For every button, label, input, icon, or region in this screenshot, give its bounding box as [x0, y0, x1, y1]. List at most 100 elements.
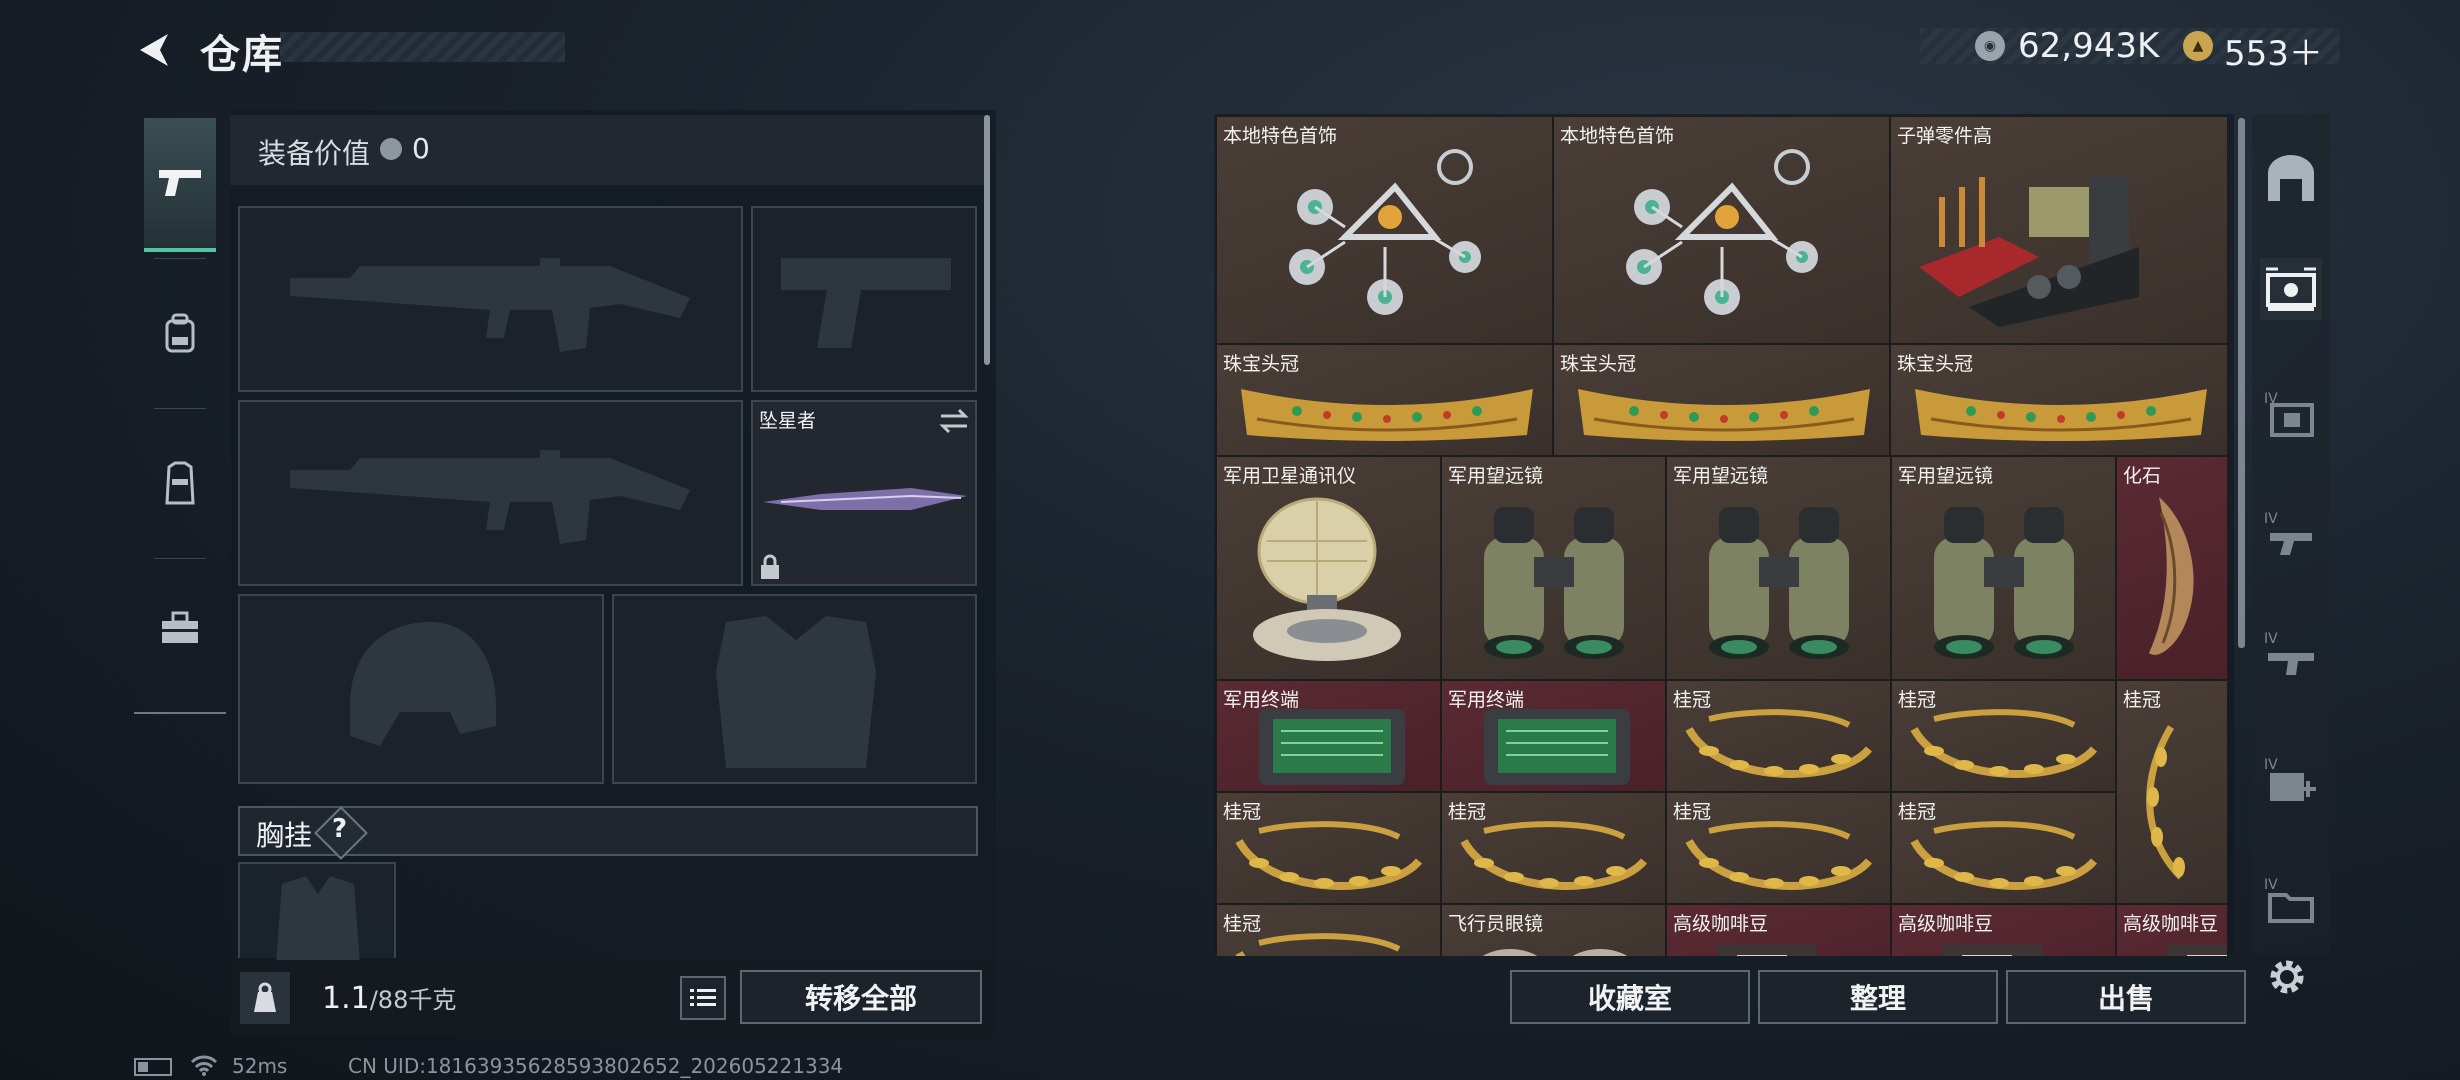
storage-item-name: 军用望远镜: [1448, 465, 1544, 487]
storage-item-name: 军用望远镜: [1673, 465, 1769, 487]
storage-item-name: 本地特色首饰: [1560, 125, 1675, 147]
storage-item-name: 高级咖啡豆: [2123, 913, 2219, 935]
storage-item[interactable]: 本地特色首饰: [1216, 116, 1553, 344]
tiara-icon: [1241, 389, 1533, 441]
gold-amount[interactable]: 553＋: [2224, 26, 2323, 75]
storage-item[interactable]: 桂冠: [1441, 792, 1666, 904]
svg-text:IV: IV: [2264, 511, 2278, 527]
storage-item-name: 高级咖啡豆: [1898, 913, 1994, 935]
storage-item[interactable]: 高级咖啡豆: [1666, 904, 1891, 956]
title-decor: [280, 32, 565, 62]
loadout-scrollbar[interactable]: [984, 115, 990, 365]
storage-item[interactable]: 桂冠: [1891, 680, 2116, 792]
melee-slot[interactable]: 坠星者: [751, 400, 977, 586]
coffee-icon: [1717, 945, 1817, 956]
storage-item-name: 桂冠: [1898, 689, 1937, 711]
storage-item[interactable]: 军用终端: [1441, 680, 1666, 792]
back-button[interactable]: [132, 28, 176, 72]
storage-item-name: 桂冠: [1673, 801, 1712, 823]
pistol-icon: [159, 170, 201, 196]
storage-item[interactable]: 珠宝头冠: [1553, 344, 1890, 456]
storage-item[interactable]: 化石: [2116, 456, 2228, 680]
sidearm-slot[interactable]: [751, 206, 977, 392]
tiara-icon: [1915, 389, 2207, 441]
tab-storage-4[interactable]: IV: [2260, 504, 2322, 566]
terminal-icon: [1484, 709, 1630, 785]
storage-item[interactable]: 桂冠: [1891, 792, 2116, 904]
glasses-icon: [1482, 949, 1628, 956]
tab-backpack[interactable]: [144, 268, 216, 398]
helmet-silhouette-icon: [350, 622, 496, 746]
helmet-slot[interactable]: [238, 594, 604, 784]
dish-icon: [1253, 497, 1401, 661]
tab-storage-5[interactable]: IV: [2260, 624, 2322, 686]
storage-item[interactable]: 本地特色首饰: [1553, 116, 1890, 344]
storage-item[interactable]: 军用望远镜: [1666, 456, 1891, 680]
necklace-icon: [1289, 149, 1481, 315]
binoc-icon: [1484, 507, 1624, 659]
tab-storage-7[interactable]: IV: [2260, 870, 2322, 932]
secondary-weapon-slot[interactable]: [238, 400, 743, 586]
tab-storage-3[interactable]: IV: [2260, 384, 2322, 446]
storage-item[interactable]: 子弹零件高: [1890, 116, 2228, 344]
rig-silhouette-icon: [276, 876, 360, 964]
storage-item[interactable]: 桂冠: [1216, 904, 1441, 956]
sell-button[interactable]: 出售: [2006, 970, 2246, 1024]
collection-room-button[interactable]: 收藏室: [1510, 970, 1750, 1024]
chest-rig-label: 胸挂: [256, 819, 313, 852]
svg-text:IV: IV: [2264, 631, 2278, 647]
storage-item-name: 军用终端: [1223, 689, 1300, 711]
silver-amount: 62,943K: [2018, 26, 2160, 66]
fossil-icon: [2149, 497, 2194, 655]
laurel-icon: [1460, 821, 1648, 890]
storage-item[interactable]: 桂冠: [1666, 680, 1891, 792]
tab-toolbox[interactable]: [144, 563, 216, 693]
storage-item[interactable]: 军用望远镜: [1441, 456, 1666, 680]
rifle-silhouette-icon: [290, 258, 690, 352]
swap-icon[interactable]: [939, 408, 969, 434]
storage-item[interactable]: 珠宝头冠: [1216, 344, 1553, 456]
tab-storage-6[interactable]: IV: [2260, 750, 2322, 812]
storage-item[interactable]: 高级咖啡豆: [1891, 904, 2116, 956]
armor-slot[interactable]: [612, 594, 977, 784]
storage-item[interactable]: 飞行员眼镜: [1441, 904, 1666, 956]
transfer-all-button[interactable]: 转移全部: [740, 970, 982, 1024]
storage-item[interactable]: 珠宝头冠: [1890, 344, 2228, 456]
toolbox-icon: [162, 611, 198, 643]
coffee-icon: [2167, 945, 2227, 956]
storage-item-name: 珠宝头冠: [1223, 353, 1300, 375]
ammo-icon: [1919, 177, 2139, 327]
laurel-icon: [1685, 709, 1873, 778]
storage-item[interactable]: 军用望远镜: [1891, 456, 2116, 680]
storage-item-name: 本地特色首饰: [1223, 125, 1338, 147]
storage-item[interactable]: 军用卫星通讯仪: [1216, 456, 1441, 680]
tab-storage-2[interactable]: [2260, 258, 2322, 320]
storage-item-name: 军用卫星通讯仪: [1223, 465, 1357, 487]
settings-button[interactable]: [2264, 954, 2310, 1000]
storage-item[interactable]: 高级咖啡豆: [2116, 904, 2228, 956]
primary-weapon-slot[interactable]: [238, 206, 743, 392]
storage-item-name: 桂冠: [1223, 801, 1262, 823]
chest-rig-slot[interactable]: [238, 862, 396, 964]
list-view-button[interactable]: [680, 976, 726, 1020]
backpack-icon: [165, 313, 195, 353]
tab-weapons[interactable]: [144, 118, 216, 252]
svg-text:IV: IV: [2264, 757, 2278, 773]
laurelv-icon: [2146, 725, 2185, 880]
storage-item[interactable]: 军用终端: [1216, 680, 1441, 792]
weight-current: 1.1: [322, 981, 370, 1016]
storage-item-name: 珠宝头冠: [1897, 353, 1974, 375]
lock-icon: [761, 554, 779, 579]
gear-icon: [2270, 960, 2304, 994]
storage-scrollbar[interactable]: [2238, 118, 2245, 648]
tab-vest[interactable]: [144, 418, 216, 548]
weight-icon-box: [240, 972, 290, 1024]
melee-name: 坠星者: [759, 410, 817, 432]
storage-item[interactable]: 桂冠: [1666, 792, 1891, 904]
tiara-icon: [1578, 389, 1870, 441]
equipment-value: 0: [412, 132, 430, 165]
storage-item[interactable]: 桂冠: [2116, 680, 2228, 904]
tab-storage-main[interactable]: [2260, 148, 2322, 210]
organize-button[interactable]: 整理: [1758, 970, 1998, 1024]
storage-item[interactable]: 桂冠: [1216, 792, 1441, 904]
